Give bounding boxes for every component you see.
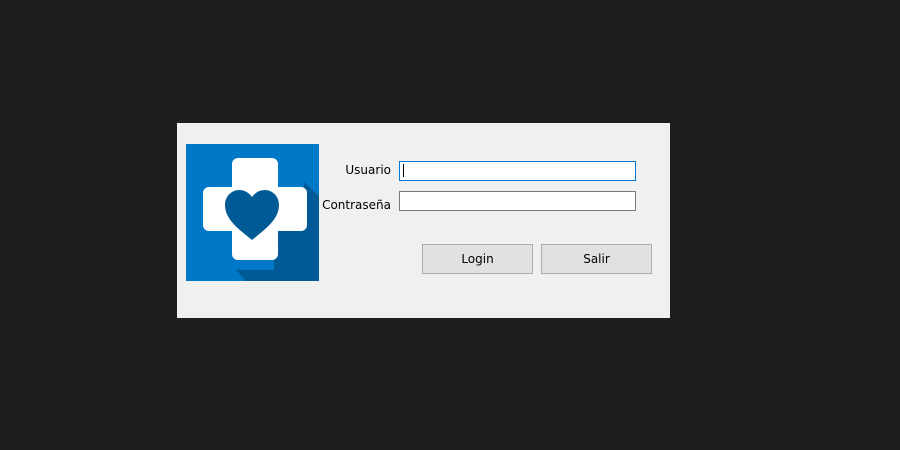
password-label: Contraseña — [322, 198, 391, 212]
password-field[interactable] — [399, 191, 636, 211]
login-button[interactable]: Login — [422, 244, 533, 274]
medical-cross-heart-icon — [186, 144, 319, 281]
text-caret — [403, 164, 404, 177]
username-label: Usuario — [345, 163, 391, 177]
username-field[interactable] — [399, 161, 636, 181]
login-dialog: Usuario Contraseña Login Salir — [177, 123, 670, 318]
exit-button[interactable]: Salir — [541, 244, 652, 274]
